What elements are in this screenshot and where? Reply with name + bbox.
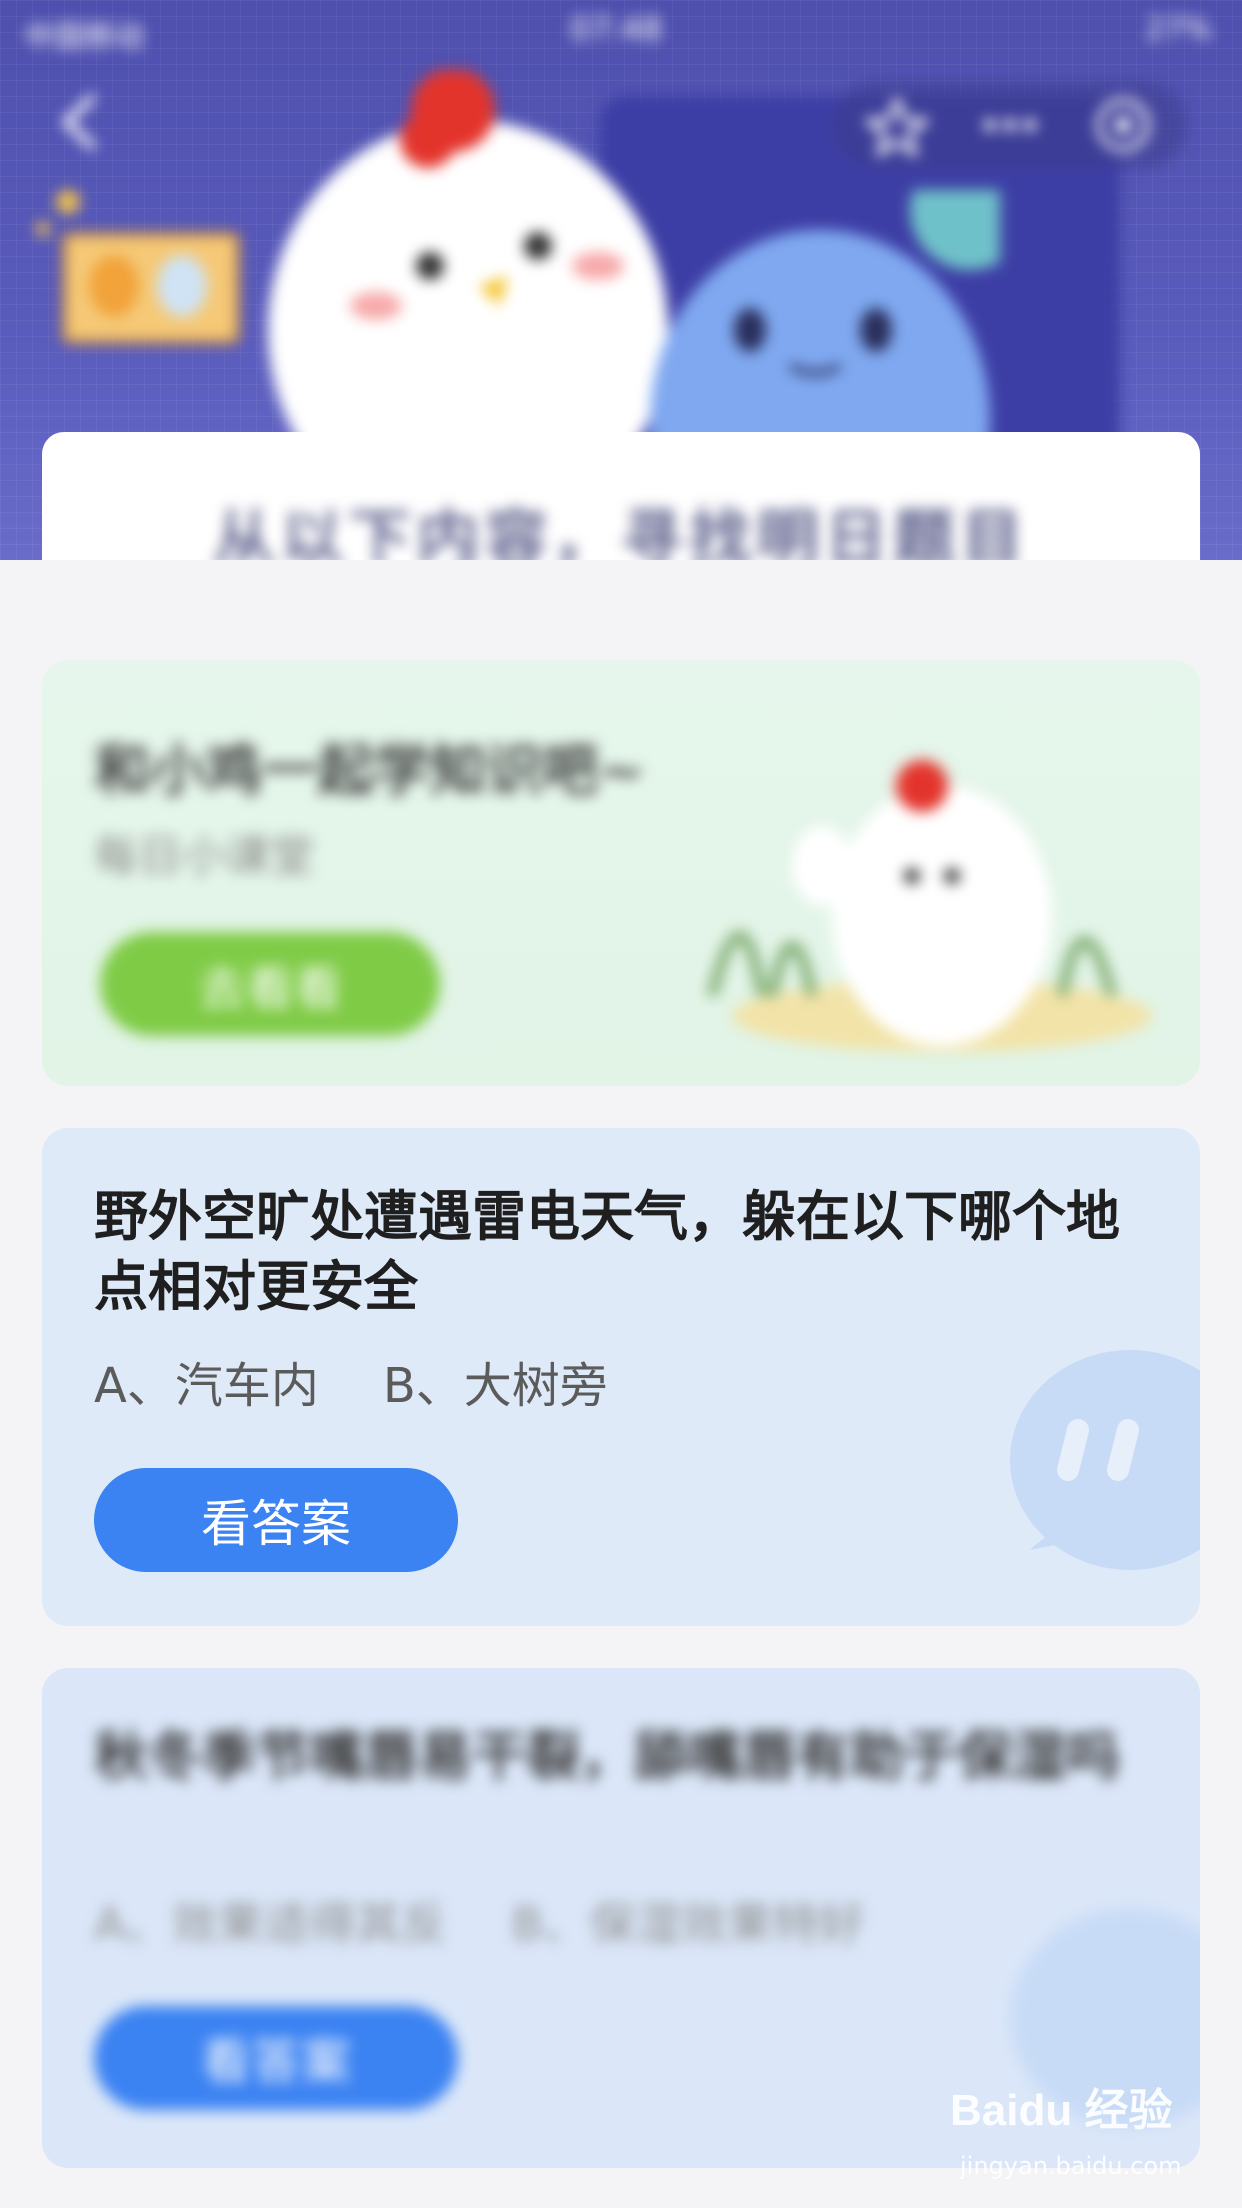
question-card: 野外空旷处遭遇雷电天气，躲在以下哪个地点相对更安全 A、汽车内 B、大树旁 看答案 xyxy=(42,1128,1200,1626)
frame-picture xyxy=(62,232,240,344)
learn-card-subtitle: 每日小课堂 xyxy=(94,831,314,882)
option-a: A、效果适得其反 xyxy=(94,1897,448,1951)
more-options-icon[interactable] xyxy=(955,82,1065,168)
battery-level: 27% xyxy=(1145,12,1212,47)
view-answer-button[interactable]: 看答案 xyxy=(94,1468,458,1572)
star-decoration xyxy=(56,190,80,214)
speech-bubble-icon xyxy=(1010,1350,1200,1570)
toolbar-pill xyxy=(832,82,1187,168)
carrier-label: 中国移动 xyxy=(24,20,144,55)
view-answer-button-2[interactable]: 看答案 xyxy=(94,2006,458,2110)
status-bar: 中国移动 07:48 27% xyxy=(0,0,1242,60)
chick-waving-illustration xyxy=(707,760,1152,1052)
learn-go-button[interactable]: 去看看 xyxy=(100,932,440,1036)
close-target-icon[interactable] xyxy=(1068,82,1178,168)
watermark-url: jingyan.baidu.com xyxy=(960,2152,1182,2180)
option-b: B、保湿效果特好 xyxy=(511,1897,866,1951)
banner-title: 从以下内容，寻找明日题目 xyxy=(212,502,1029,560)
banner-panel: 从以下内容，寻找明日题目 xyxy=(42,432,1200,560)
star-decoration xyxy=(36,222,50,236)
option-a: A、汽车内 xyxy=(94,1358,319,1414)
baidu-jingyan-watermark: Baidu 经验 jingyan.baidu.com xyxy=(950,2070,1210,2200)
question-options: A、汽车内 B、大树旁 xyxy=(94,1346,608,1416)
learn-card-title: 和小鸡一起学知识吧~ xyxy=(94,739,645,804)
question-2-options: A、效果适得其反 B、保湿效果特好 xyxy=(94,1888,865,1954)
back-arrow-icon[interactable] xyxy=(52,92,112,152)
option-b: B、大树旁 xyxy=(382,1358,608,1414)
learn-card[interactable]: 和小鸡一起学知识吧~ 每日小课堂 去看看 xyxy=(42,660,1200,1086)
star-favorite-icon[interactable] xyxy=(842,82,952,168)
question-title: 野外空旷处遭遇雷电天气，躲在以下哪个地点相对更安全 xyxy=(94,1185,1120,1318)
header-banner: 中国移动 07:48 27% 从以下内容，寻找明日题目 xyxy=(0,0,1242,560)
status-time: 07:48 xyxy=(570,10,663,48)
question-2-title: 秋冬季节嘴唇易干裂，舔嘴唇有助于保湿吗 xyxy=(94,1725,1120,1788)
watermark-brand: Baidu 经验 xyxy=(950,2086,1173,2135)
